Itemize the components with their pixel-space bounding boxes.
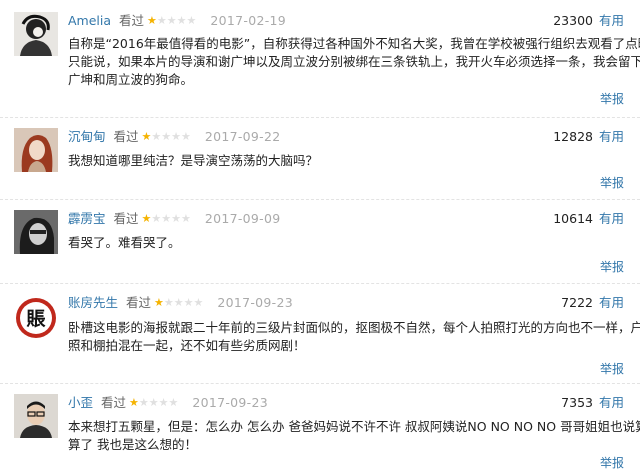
vote-area: 10614 有用 bbox=[553, 210, 624, 228]
avatar-man-glasses-icon bbox=[14, 394, 58, 438]
vote-count: 7222 bbox=[561, 295, 593, 310]
review-date: 2017-09-09 bbox=[204, 211, 281, 226]
review-date: 2017-02-19 bbox=[210, 13, 287, 28]
review-text-line: 卧槽这电影的海报就跟二十年前的三级片封面似的，抠图极不自然，每个人拍照打光的方向… bbox=[68, 320, 640, 335]
review-text-line: 看哭了。难看哭了。 bbox=[68, 235, 181, 250]
username-link[interactable]: 小歪 bbox=[68, 395, 93, 410]
review-meta: 账房先生 看过 ★★★★★ 2017-09-23 bbox=[68, 294, 293, 312]
rating-stars-icon: ★★★★★ bbox=[141, 212, 191, 225]
vote-count: 10614 bbox=[553, 211, 593, 226]
vote-count: 12828 bbox=[553, 129, 593, 144]
username-link[interactable]: 沉甸甸 bbox=[68, 129, 106, 144]
username-link[interactable]: 霹雳宝 bbox=[68, 211, 106, 226]
review-text-line: 照和棚拍混在一起，还不如有些劣质网剧！ bbox=[68, 338, 306, 353]
avatar-char: 賬 bbox=[26, 308, 46, 330]
review-content: 我想知道哪里纯洁？是导演空荡荡的大脑吗？ bbox=[68, 152, 628, 170]
review-meta: 霹雳宝 看过 ★★★★★ 2017-09-09 bbox=[68, 210, 281, 228]
review-content: 自称是“2016年最值得看的电影”，自称获得过各种国外不知名大奖，我曾在学校被强… bbox=[68, 35, 640, 89]
rating-stars-icon: ★★★★★ bbox=[147, 14, 197, 27]
review-content: 看哭了。难看哭了。 bbox=[68, 234, 628, 252]
avatar[interactable] bbox=[14, 394, 58, 438]
username-link[interactable]: Amelia bbox=[68, 13, 111, 28]
useful-button[interactable]: 有用 bbox=[599, 129, 624, 144]
avatar[interactable]: 賬 bbox=[14, 296, 58, 340]
username-link[interactable]: 账房先生 bbox=[68, 295, 118, 310]
report-button[interactable]: 举报 bbox=[600, 454, 624, 471]
review-text-line: 本来想打五颗星，但是：怎么办 怎么办 爸爸妈妈说不许不许 叔叔阿姨说NO NO … bbox=[68, 419, 640, 434]
report-button[interactable]: 举报 bbox=[600, 174, 624, 191]
review-meta: 沉甸甸 看过 ★★★★★ 2017-09-22 bbox=[68, 128, 281, 146]
review-item: Amelia 看过 ★★★★★ 2017-02-19 23300 有用 自称是“2016… bbox=[0, 0, 640, 118]
vote-count: 7353 bbox=[561, 395, 593, 410]
vote-area: 7353 有用 bbox=[561, 394, 624, 412]
vote-count: 23300 bbox=[553, 13, 593, 28]
watched-status: 看过 bbox=[113, 129, 139, 144]
review-item: 沉甸甸 看过 ★★★★★ 2017-09-22 12828 有用 我想知道哪里纯洁？是导… bbox=[0, 118, 640, 200]
rating-stars-icon: ★★★★★ bbox=[154, 296, 204, 309]
avatar[interactable] bbox=[14, 128, 58, 172]
review-item: 賬 账房先生 看过 ★★★★★ 2017-09-23 7222 有用 卧槽这电影的海报就… bbox=[0, 284, 640, 384]
vote-area: 7222 有用 bbox=[561, 294, 624, 312]
review-content: 卧槽这电影的海报就跟二十年前的三级片封面似的，抠图极不自然，每个人拍照打光的方向… bbox=[68, 319, 640, 355]
review-date: 2017-09-23 bbox=[192, 395, 269, 410]
review-text-line: 算了 我也是这么想的！ bbox=[68, 437, 197, 452]
avatar[interactable] bbox=[14, 12, 58, 56]
review-meta: Amelia 看过 ★★★★★ 2017-02-19 bbox=[68, 12, 286, 30]
review-item: 小歪 看过 ★★★★★ 2017-09-23 7353 有用 本来想打五颗星，但是：怎么… bbox=[0, 384, 640, 473]
useful-button[interactable]: 有用 bbox=[599, 295, 624, 310]
avatar[interactable] bbox=[14, 210, 58, 254]
rating-stars-icon: ★★★★★ bbox=[141, 130, 191, 143]
watched-status: 看过 bbox=[113, 211, 139, 226]
report-button[interactable]: 举报 bbox=[600, 360, 624, 377]
review-list: Amelia 看过 ★★★★★ 2017-02-19 23300 有用 自称是“2016… bbox=[0, 0, 640, 473]
review-text-line: 自称是“2016年最值得看的电影”，自称获得过各种国外不知名大奖，我曾在学校被强… bbox=[68, 36, 640, 51]
useful-button[interactable]: 有用 bbox=[599, 211, 624, 226]
rating-stars-icon: ★★★★★ bbox=[129, 396, 179, 409]
review-date: 2017-09-22 bbox=[204, 129, 281, 144]
review-content: 本来想打五颗星，但是：怎么办 怎么办 爸爸妈妈说不许不许 叔叔阿姨说NO NO … bbox=[68, 418, 640, 454]
watched-status: 看过 bbox=[101, 395, 127, 410]
review-text-line: 我想知道哪里纯洁？是导演空荡荡的大脑吗？ bbox=[68, 153, 319, 168]
watched-status: 看过 bbox=[119, 13, 145, 28]
avatar-bw-portrait-icon bbox=[14, 210, 58, 254]
review-item: 霹雳宝 看过 ★★★★★ 2017-09-09 10614 有用 看哭了。难看哭了。 举… bbox=[0, 200, 640, 284]
watched-status: 看过 bbox=[126, 295, 152, 310]
review-meta: 小歪 看过 ★★★★★ 2017-09-23 bbox=[68, 394, 268, 412]
avatar-zhang-seal-icon: 賬 bbox=[14, 296, 58, 340]
report-button[interactable]: 举报 bbox=[600, 90, 624, 107]
vote-area: 12828 有用 bbox=[553, 128, 624, 146]
avatar-red-hair-woman-icon bbox=[14, 128, 58, 172]
vote-area: 23300 有用 bbox=[553, 12, 624, 30]
review-text-line: 广坤和周立波的狗命。 bbox=[68, 72, 194, 87]
useful-button[interactable]: 有用 bbox=[599, 13, 624, 28]
useful-button[interactable]: 有用 bbox=[599, 395, 624, 410]
review-date: 2017-09-23 bbox=[217, 295, 294, 310]
avatar-sketch-woman-icon bbox=[14, 12, 58, 56]
report-button[interactable]: 举报 bbox=[600, 258, 624, 275]
review-text-line: 只能说，如果本片的导演和谢广坤以及周立波分别被绑在三条铁轨上，我开火车必须选择一… bbox=[68, 54, 640, 69]
